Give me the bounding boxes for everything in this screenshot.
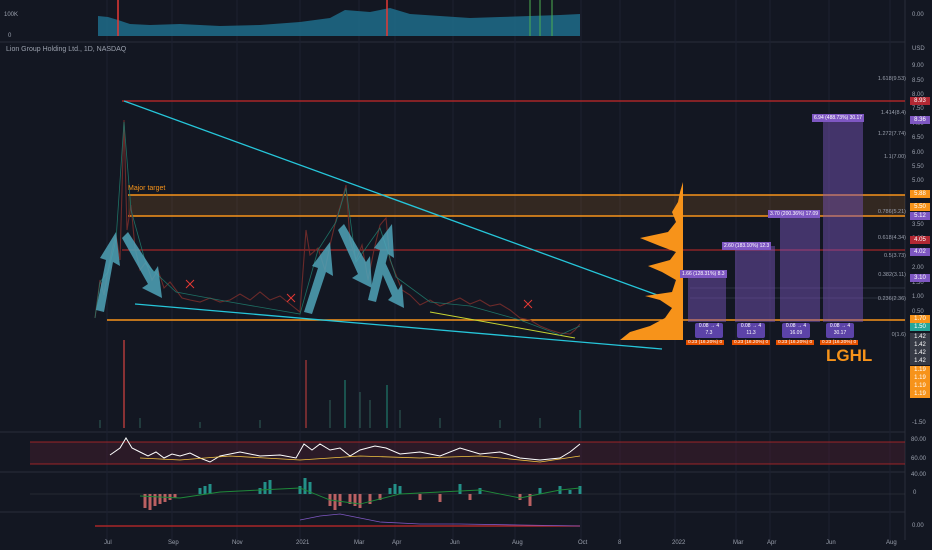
fib-label: 0.5(3.73) [883,253,906,259]
loss-label: 0.23 (16.20%) 0 [686,340,725,345]
time-axis-tick: Mar [733,540,744,546]
range-box: 0.08 → 4 16.09 [782,323,810,338]
price-axis-tick: 8.50 [912,78,924,84]
time-axis-tick: Aug [512,540,523,546]
bottom-axis-zero: 0.00 [912,523,924,529]
range-box-top: 0.08 → 4 [785,323,807,329]
rsi-axis-tick: 60.00 [911,456,927,462]
price-axis-tick: -1.50 [912,420,926,426]
fib-label: 0.236(2.36) [877,296,906,302]
price-tag: 1.19 [910,390,930,398]
range-box: 0.08 → 4 7.3 [695,323,723,338]
time-axis-tick: Jun [450,540,460,546]
price-tag: 8.36 [910,116,930,124]
range-box-bottom: 7.3 [705,330,713,336]
time-axis-tick: Apr [767,540,777,546]
price-tag: 1.19 [910,374,930,382]
fib-label: 0(1.6) [891,332,906,338]
fib-label: 0.382(3.11) [878,272,906,278]
projection-label: 1.66 (128.31%) 8.3 [680,270,727,278]
price-tag: 1.70 [910,315,930,323]
fib-label: 1.414(8.4) [880,110,906,116]
price-tag: 5.12 [910,212,930,220]
time-axis-tick: Apr [392,540,402,546]
range-box: 0.08 → 4 30.17 [826,323,854,338]
time-axis-tick: Aug [886,540,897,546]
range-box-bottom: 30.17 [833,330,847,336]
fib-label: 1.1(7.00) [883,154,906,160]
projection-label: 3.70 (200.36%) 17.09 [768,210,821,218]
range-box: 0.08 → 4 11.3 [737,323,765,338]
price-tag: 1.42 [910,333,930,341]
fib-label: 0.786(5.21) [877,209,906,215]
price-tag: 1.50 [910,323,930,331]
time-axis-tick: Jul [104,540,112,546]
price-tag: 1.42 [910,357,930,365]
range-box-top: 0.08 → 4 [698,323,720,329]
time-axis-tick: Nov [232,540,243,546]
price-axis-tick: 2.00 [912,265,924,271]
price-axis-tick: 7.50 [912,106,924,112]
time-axis-tick: Jun [826,540,836,546]
time-axis-tick: 2022 [672,540,686,546]
ticker-logo: LGHL [826,346,873,365]
fib-label: 1.272(7.74) [877,131,906,137]
top-left-scale-top: 100K [4,12,19,18]
fib-label: 1.618(9.53) [877,76,906,82]
price-axis-tick: 9.00 [912,63,924,69]
rsi-axis-tick: 40.00 [911,472,927,478]
loss-label: 0.23 (16.20%) 0 [732,340,771,345]
chart-canvas[interactable] [0,0,932,550]
time-axis-tick: Mar [354,540,365,546]
range-box-bottom: 16.09 [789,330,803,336]
loss-label: 0.23 (16.20%) 0 [776,340,815,345]
price-axis-tick: 6.50 [912,135,924,141]
range-box-bottom: 11.3 [746,330,756,336]
time-axis-tick: 8 [618,540,622,546]
price-tag: 3.10 [910,274,930,282]
macd-axis-zero: 0 [913,490,917,496]
time-axis-tick: Sep [168,540,179,546]
symbol-header: Lion Group Holding Ltd., 1D, NASDAQ [6,46,127,53]
projection-label: 6.94 (488.73%) 30.17 [812,114,865,122]
rsi-axis-tick: 80.00 [911,437,927,443]
loss-label: 0.23 (16.20%) 0 [820,340,859,345]
price-axis-tick: 1.00 [912,294,924,300]
price-tag: 1.19 [910,382,930,390]
price-axis-tick: 6.00 [912,150,924,156]
time-axis-tick: Oct [578,540,588,546]
rsi-indicator [30,437,905,465]
top-left-scale-bottom: 0 [8,33,12,39]
price-tag: 5.88 [910,190,930,198]
projection-label: 2.60 (183.10%) 12.3 [722,242,772,250]
price-tag: 4.05 [910,236,930,244]
time-axis-tick: 2021 [296,540,310,546]
fib-label: 0.618(4.34) [877,235,906,241]
price-axis-tick: 5.50 [912,164,924,170]
time-axis[interactable]: Jul Sep Nov 2021 Mar Apr Jun Aug Oct 8 2022 Mar Apr J… [0,540,905,550]
price-tag: 1.42 [910,349,930,357]
range-box-top: 0.08 → 4 [829,323,851,329]
price-tag: 1.19 [910,366,930,374]
price-tag: 1.42 [910,341,930,349]
range-box-top: 0.08 → 4 [740,323,762,329]
price-axis-tick: 5.00 [912,178,924,184]
major-target-label: Major target [128,185,166,192]
price-axis-tick: 3.50 [912,222,924,228]
price-tag: 8.93 [910,97,930,105]
price-tag: 4.02 [910,248,930,256]
price-tag: 5.50 [910,203,930,211]
